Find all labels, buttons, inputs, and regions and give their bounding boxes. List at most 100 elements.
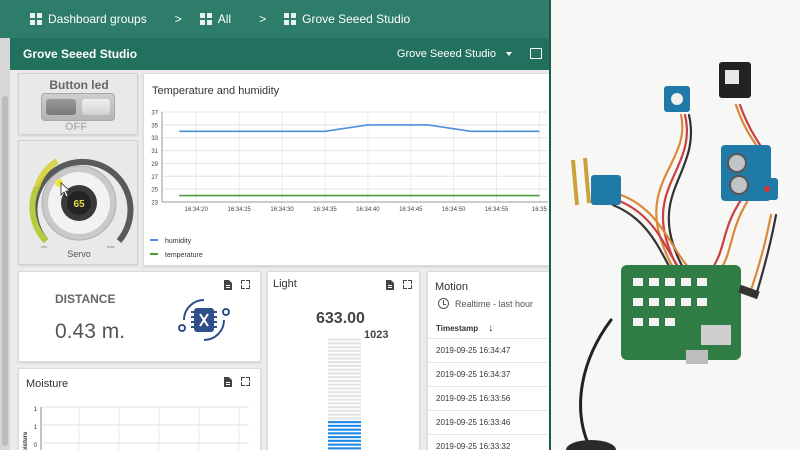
breadcrumb-label: Dashboard groups — [48, 12, 147, 26]
timestamp-column-header[interactable]: Timestamp ↓ — [436, 322, 494, 334]
light-bar-segment — [328, 436, 361, 439]
arrow-down-icon: ↓ — [488, 322, 494, 334]
table-row[interactable]: 2019-09-25 16:34:37 — [428, 362, 550, 386]
switch-knob — [82, 99, 110, 115]
entity-selector[interactable]: Grove Seeed Studio — [397, 48, 512, 60]
clock-icon — [438, 298, 449, 309]
breadcrumb-separator: > — [174, 12, 182, 26]
light-bar-segment — [328, 432, 361, 435]
servo-widget: 65 min max Servo — [18, 140, 138, 265]
light-bar-segment — [328, 376, 361, 379]
breadcrumb-current[interactable]: Grove Seeed Studio — [284, 12, 410, 26]
x-tick-label: 16:35 — [532, 207, 548, 213]
distance-title: DISTANCE — [55, 292, 116, 306]
motion-widget: Motion Realtime - last hour Timestamp ↓ … — [427, 271, 550, 450]
breadcrumb: Dashboard groups > All > Grove Seeed Stu… — [0, 0, 550, 38]
series-line-humidity — [179, 124, 540, 133]
light-bar-segment — [328, 342, 361, 345]
dashboard-panel: Dashboard groups > All > Grove Seeed Stu… — [0, 0, 550, 450]
light-widget: Light 633.00 1023 — [267, 271, 420, 450]
y-tick-label: 33 — [151, 136, 158, 142]
light-bar-segment — [328, 383, 361, 386]
scrollbar-thumb[interactable] — [2, 96, 8, 446]
dashboard-title-bar: Grove Seeed Studio Grove Seeed Studio — [10, 38, 550, 70]
ultrasonic-sensor-icon — [178, 299, 230, 341]
x-tick-label: 16:34:20 — [185, 207, 209, 213]
dashboard-icon — [284, 13, 297, 25]
light-bar-segment — [328, 413, 361, 416]
breadcrumb-label: Grove Seeed Studio — [302, 12, 411, 26]
y-tick-label: 35 — [151, 123, 158, 129]
light-bar-segment — [328, 391, 361, 394]
light-title: Light — [273, 278, 297, 290]
motion-title: Motion — [435, 281, 469, 293]
light-bar-segment — [328, 364, 361, 367]
moisture-tick: 1 — [34, 407, 38, 413]
dashboards-icon — [199, 13, 212, 25]
light-bar-segment — [328, 417, 361, 420]
light-bar-segment — [328, 346, 361, 349]
y-tick-label: 31 — [151, 149, 158, 155]
light-max: 1023 — [364, 329, 389, 341]
hardware-photo — [551, 0, 800, 450]
legend-label: temperature — [165, 252, 203, 259]
table-row[interactable]: 2019-09-25 16:33:56 — [428, 386, 550, 410]
servo-knob[interactable]: 65 — [19, 141, 139, 266]
light-bar-segment — [328, 402, 361, 405]
moisture-axis-label: moisture — [23, 431, 29, 450]
table-row[interactable]: 2019-09-25 16:34:47 — [428, 338, 550, 362]
x-tick-label: 16:34:40 — [356, 207, 380, 213]
servo-label: Servo — [67, 249, 91, 259]
x-tick-label: 16:34:50 — [442, 207, 466, 213]
light-bar-segment — [328, 372, 361, 375]
x-tick-label: 16:34:55 — [485, 207, 509, 213]
chevron-down-icon — [506, 52, 512, 56]
breadcrumb-separator: > — [259, 12, 267, 26]
table-row[interactable]: 2019-09-25 16:33:46 — [428, 410, 550, 434]
column-label: Timestamp — [436, 323, 479, 333]
light-bar-segment — [328, 379, 361, 382]
light-bar-segment — [328, 439, 361, 442]
temperature-humidity-chart: 23 25 27 29 31 33 35 37 16:34:20 16:34:25 16:34:30… — [150, 111, 548, 259]
fullscreen-icon[interactable] — [241, 280, 250, 289]
temperature-humidity-widget: Temperature and humidity 23 25 27 29 31 33 35 3… — [143, 73, 550, 266]
breadcrumb-all[interactable]: All — [199, 12, 231, 26]
moisture-tick: 1 — [34, 425, 38, 431]
light-bar-segment — [328, 368, 361, 371]
device-icon[interactable] — [530, 48, 542, 59]
y-tick-label: 23 — [151, 201, 158, 207]
light-bar-segment — [328, 424, 361, 427]
screen: Dashboard groups > All > Grove Seeed Stu… — [0, 0, 800, 450]
dashboards-icon — [30, 13, 42, 25]
x-tick-label: 16:34:35 — [313, 207, 337, 213]
left-scrollbar[interactable] — [0, 38, 10, 450]
light-bar-segment — [328, 338, 361, 341]
light-bar-segment — [328, 421, 361, 424]
timewindow-label: Realtime - last hour — [455, 298, 534, 309]
export-icon[interactable] — [386, 280, 394, 290]
moisture-chart: 1 1 0 -1 moisture — [23, 406, 249, 450]
breadcrumb-dashboard-groups[interactable]: Dashboard groups — [30, 12, 147, 26]
light-bar-segment — [328, 349, 361, 352]
y-tick-label: 25 — [151, 188, 158, 194]
timewindow[interactable]: Realtime - last hour — [438, 298, 533, 309]
y-tick-label: 37 — [151, 111, 158, 117]
export-icon[interactable] — [224, 280, 232, 290]
light-bar-segment — [328, 409, 361, 412]
light-bar-segment — [328, 394, 361, 397]
light-bar-segment — [328, 443, 361, 446]
button-led-widget: Button led OFF — [18, 73, 138, 135]
fullscreen-icon[interactable] — [403, 280, 412, 289]
x-tick-label: 16:34:25 — [228, 207, 252, 213]
light-bar-segment — [328, 428, 361, 431]
table-row[interactable]: 2019-09-25 16:33:32 — [428, 434, 550, 450]
light-value: 633.00 — [316, 310, 365, 327]
motion-table: 2019-09-25 16:34:47 2019-09-25 16:34:37 … — [428, 338, 550, 450]
legend-label: humidity — [165, 238, 192, 245]
led-toggle-switch[interactable] — [41, 93, 115, 121]
switch-left-pad — [46, 99, 76, 115]
distance-widget: DISTANCE 0.43 m. — [18, 271, 261, 362]
y-tick-label: 29 — [151, 162, 158, 168]
light-level-bar — [328, 338, 361, 450]
light-bar-segment — [328, 406, 361, 409]
